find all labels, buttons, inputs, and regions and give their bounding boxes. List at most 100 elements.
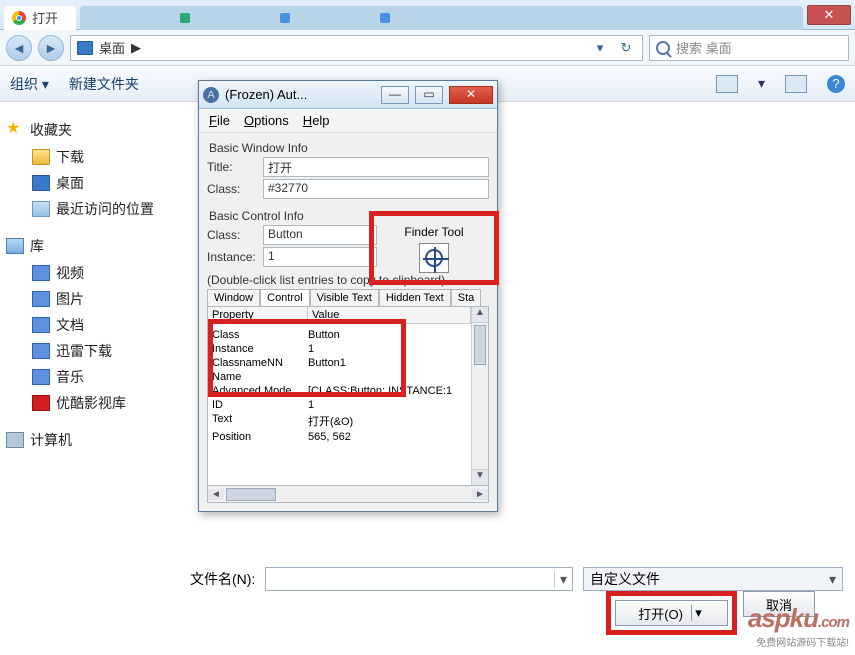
tree-recent[interactable]: 最近访问的位置: [6, 196, 192, 222]
title-value[interactable]: 打开: [263, 157, 489, 177]
watermark: aspku.com 免费网站源码下载站!: [748, 603, 849, 649]
folder-icon: [32, 149, 50, 165]
window-close-button[interactable]: ✕: [807, 5, 851, 25]
prop-name: Position: [208, 431, 308, 443]
navigation-tree: ★收藏夹 下载 桌面 最近访问的位置 库 视频 图片 文档 迅雷下载 音乐 优酷…: [0, 102, 198, 555]
computer-icon: [6, 432, 24, 448]
tree-computer[interactable]: 计算机: [6, 430, 192, 450]
tab-sta[interactable]: Sta: [451, 289, 482, 306]
target-icon: [425, 249, 443, 267]
autoit-menubar: File Options Help: [199, 109, 497, 133]
finder-label: Finder Tool: [377, 225, 491, 239]
refresh-icon[interactable]: ↻: [616, 38, 636, 58]
filetype-combo[interactable]: 自定义文件▾: [583, 567, 843, 591]
menu-help[interactable]: Help: [303, 113, 330, 128]
tree-favorites[interactable]: ★收藏夹: [6, 120, 192, 140]
filename-input[interactable]: ▾: [265, 567, 573, 591]
vertical-scrollbar[interactable]: ▲ ▼: [471, 307, 488, 485]
class-value[interactable]: #32770: [263, 179, 489, 199]
picture-icon: [32, 291, 50, 307]
open-button[interactable]: 打开(O)▾: [615, 600, 728, 626]
music-icon: [32, 369, 50, 385]
tree-pictures[interactable]: 图片: [6, 286, 192, 312]
video-icon: [32, 265, 50, 281]
autoit-titlebar[interactable]: A (Frozen) Aut... — ▭ ✕: [199, 81, 497, 109]
autoit-icon: A: [203, 87, 219, 103]
dropdown-icon[interactable]: ▾: [554, 571, 572, 588]
basic-window-label: Basic Window Info: [209, 141, 489, 155]
tree-documents[interactable]: 文档: [6, 312, 192, 338]
class-label: Class:: [207, 182, 259, 196]
tab-favicon: [180, 13, 190, 23]
tree-desktop[interactable]: 桌面: [6, 170, 192, 196]
minimize-button[interactable]: —: [381, 86, 409, 104]
browser-tab[interactable]: 打开: [4, 6, 76, 30]
tree-youku[interactable]: 优酷影视库: [6, 390, 192, 416]
tree-music[interactable]: 音乐: [6, 364, 192, 390]
prop-value: 565, 562: [308, 431, 471, 443]
list-row[interactable]: Text打开(&O): [208, 412, 471, 430]
scroll-thumb[interactable]: [226, 488, 276, 501]
inactive-tabs-area: [80, 6, 803, 30]
menu-options[interactable]: Options: [244, 113, 289, 128]
tab-favicon: [380, 13, 390, 23]
tab-control[interactable]: Control: [260, 289, 309, 306]
address-dropdown-icon[interactable]: ▾: [590, 38, 610, 58]
tab-favicon: [280, 13, 290, 23]
prop-value: 打开(&O): [308, 413, 471, 429]
recent-icon: [32, 201, 50, 217]
ctrl-class-label: Class:: [207, 228, 259, 242]
title-label: Title:: [207, 160, 259, 174]
youku-icon: [32, 395, 50, 411]
nav-forward-button[interactable]: ►: [38, 35, 64, 61]
autoit-window: A (Frozen) Aut... — ▭ ✕ File Options Hel…: [198, 80, 498, 512]
help-icon[interactable]: ?: [827, 75, 845, 93]
desktop-icon: [77, 41, 93, 55]
instance-value[interactable]: 1: [263, 247, 377, 267]
address-location: 桌面: [99, 38, 125, 57]
prop-name: ID: [208, 399, 308, 411]
scroll-right-icon[interactable]: ►: [472, 489, 488, 500]
preview-pane-icon[interactable]: [785, 75, 807, 93]
tree-libraries[interactable]: 库: [6, 236, 192, 256]
highlight-list: [208, 319, 406, 397]
tab-window[interactable]: Window: [207, 289, 260, 306]
instance-label: Instance:: [207, 250, 259, 264]
tab-hidden-text[interactable]: Hidden Text: [379, 289, 451, 306]
finder-area: Finder Tool: [377, 225, 491, 277]
tree-downloads[interactable]: 下载: [6, 144, 192, 170]
dropdown-icon[interactable]: ▾: [829, 571, 836, 588]
document-icon: [32, 317, 50, 333]
list-row[interactable]: Position565, 562: [208, 430, 471, 444]
tab-visible-text[interactable]: Visible Text: [310, 289, 379, 306]
property-list: Property Value ClassButtonInstance1Class…: [207, 306, 489, 486]
scroll-up-icon[interactable]: ▲: [472, 307, 488, 323]
menu-file[interactable]: File: [209, 113, 230, 128]
close-button[interactable]: ✕: [449, 86, 493, 104]
scroll-down-icon[interactable]: ▼: [472, 469, 488, 485]
autoit-title: (Frozen) Aut...: [225, 87, 307, 102]
search-placeholder: 搜索 桌面: [676, 38, 732, 57]
tree-videos[interactable]: 视频: [6, 260, 192, 286]
nav-back-button[interactable]: ◄: [6, 35, 32, 61]
scroll-left-icon[interactable]: ◄: [208, 489, 224, 500]
scroll-thumb[interactable]: [474, 325, 486, 365]
view-options-icon[interactable]: [716, 75, 738, 93]
chrome-icon: [12, 11, 26, 25]
maximize-button[interactable]: ▭: [415, 86, 443, 104]
tree-xunlei[interactable]: 迅雷下载: [6, 338, 192, 364]
search-box[interactable]: 搜索 桌面: [649, 35, 849, 61]
prop-value: 1: [308, 399, 471, 411]
new-folder-button[interactable]: 新建文件夹: [69, 74, 139, 94]
ctrl-class-value[interactable]: Button: [263, 225, 377, 245]
browser-titlebar: 打开 ✕: [0, 0, 855, 30]
list-row[interactable]: ID1: [208, 398, 471, 412]
horizontal-scrollbar[interactable]: ◄ ►: [207, 486, 489, 503]
autoit-body: Basic Window Info Title:打开 Class:#32770 …: [199, 133, 497, 511]
finder-tool[interactable]: [419, 243, 449, 273]
desktop-icon: [32, 175, 50, 191]
address-bar[interactable]: 桌面 ▶ ▾ ↻: [70, 35, 643, 61]
split-dropdown-icon[interactable]: ▾: [691, 605, 705, 621]
star-icon: ★: [6, 122, 24, 138]
organize-menu[interactable]: 组织 ▾: [10, 74, 49, 94]
